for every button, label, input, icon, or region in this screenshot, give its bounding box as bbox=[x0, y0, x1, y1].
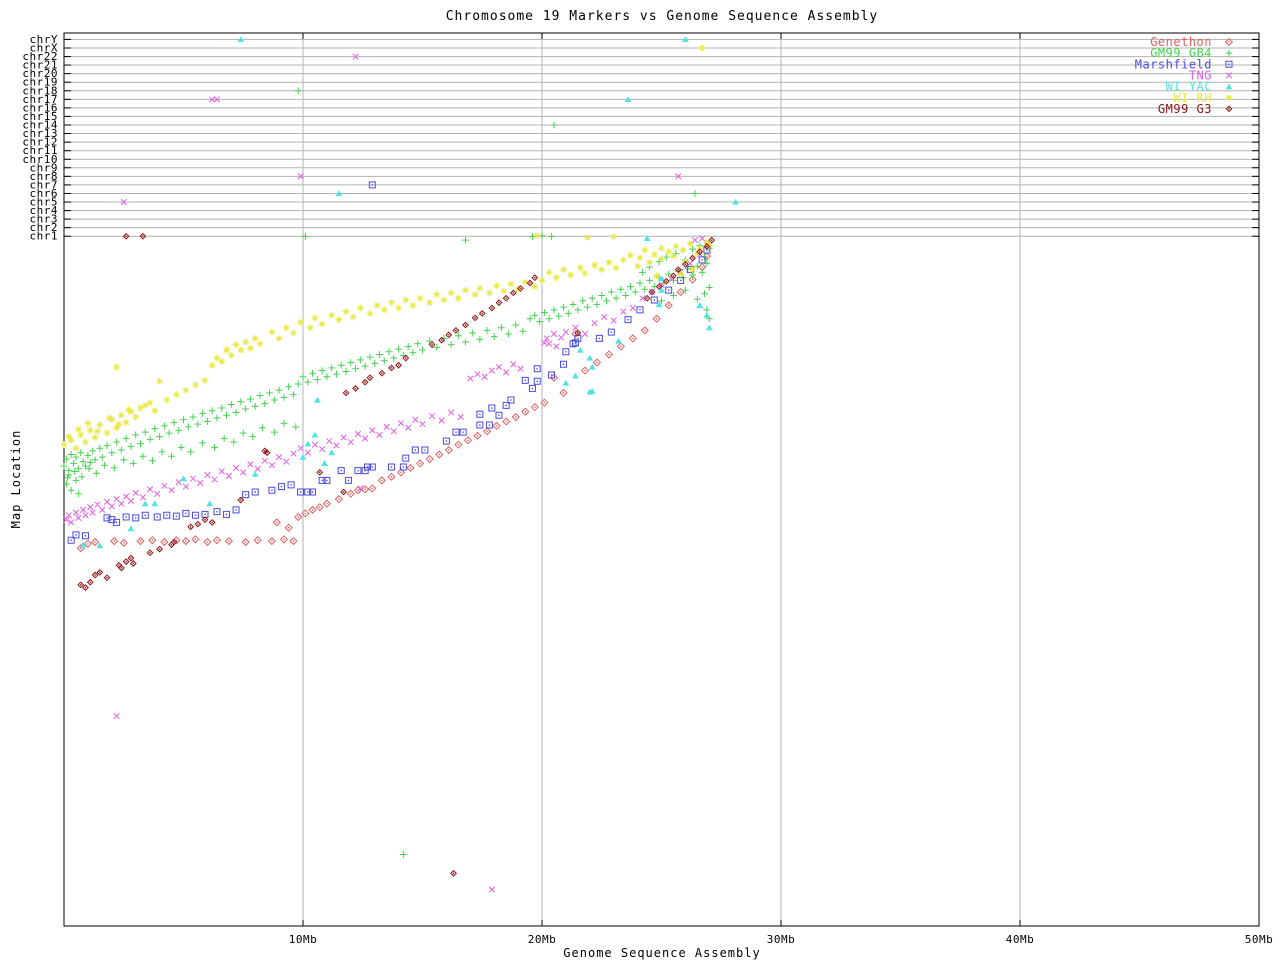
scatter-plot-svg: chrYchrXchr22chr21chr20chr19chr18chr17ch… bbox=[0, 0, 1280, 960]
chromosome-label: chr1 bbox=[30, 230, 59, 243]
series-wi-yac bbox=[80, 36, 739, 548]
gridlines bbox=[64, 33, 1259, 926]
x-tick-labels: 10Mb 20Mb 30Mb 40Mb 50Mb bbox=[289, 933, 1274, 946]
plot-border bbox=[64, 33, 1259, 926]
series-gm99-gb4 bbox=[61, 87, 713, 858]
series-gm99-g3 bbox=[78, 234, 714, 876]
axis-ticks bbox=[64, 33, 1259, 926]
data-points-outline bbox=[64, 54, 710, 892]
x-tick-label: 30Mb bbox=[767, 933, 796, 946]
legend-marker-icon bbox=[1228, 41, 1229, 42]
legend-marker-icon bbox=[1228, 108, 1229, 109]
series-wi-rh bbox=[61, 45, 713, 452]
legend-label: GM99 G3 bbox=[1158, 102, 1212, 116]
data-points-outline bbox=[77, 253, 710, 552]
chromosome-row-labels: chrYchrXchr22chr21chr20chr19chr18chr17ch… bbox=[22, 33, 58, 243]
legend-marker-icon bbox=[1226, 50, 1233, 57]
x-tick-label: 40Mb bbox=[1006, 933, 1035, 946]
chart-page: Chromosome 19 Markers vs Genome Sequence… bbox=[0, 0, 1280, 960]
data-points-outline bbox=[61, 45, 713, 452]
x-tick-label: 50Mb bbox=[1245, 933, 1274, 946]
legend: GenethonGM99 GB4MarshfieldTNGWI YACWI RH… bbox=[1135, 35, 1233, 116]
series-genethon bbox=[77, 253, 710, 552]
legend-marker-icon bbox=[1226, 83, 1233, 89]
legend-item-marshfield: Marshfield bbox=[1135, 57, 1232, 71]
x-tick-label: 20Mb bbox=[528, 933, 557, 946]
legend-marker-icon bbox=[1228, 64, 1229, 65]
x-tick-label: 10Mb bbox=[289, 933, 318, 946]
data-points-fill bbox=[80, 236, 712, 874]
data-points-outline bbox=[78, 234, 714, 876]
data-points-fill bbox=[80, 36, 739, 548]
data-points-outline bbox=[61, 87, 713, 858]
legend-marker-icon bbox=[1226, 94, 1233, 101]
legend-item-gm99-g3: GM99 G3 bbox=[1158, 102, 1232, 116]
data-points-fill bbox=[80, 256, 708, 549]
series-tng bbox=[64, 54, 710, 892]
